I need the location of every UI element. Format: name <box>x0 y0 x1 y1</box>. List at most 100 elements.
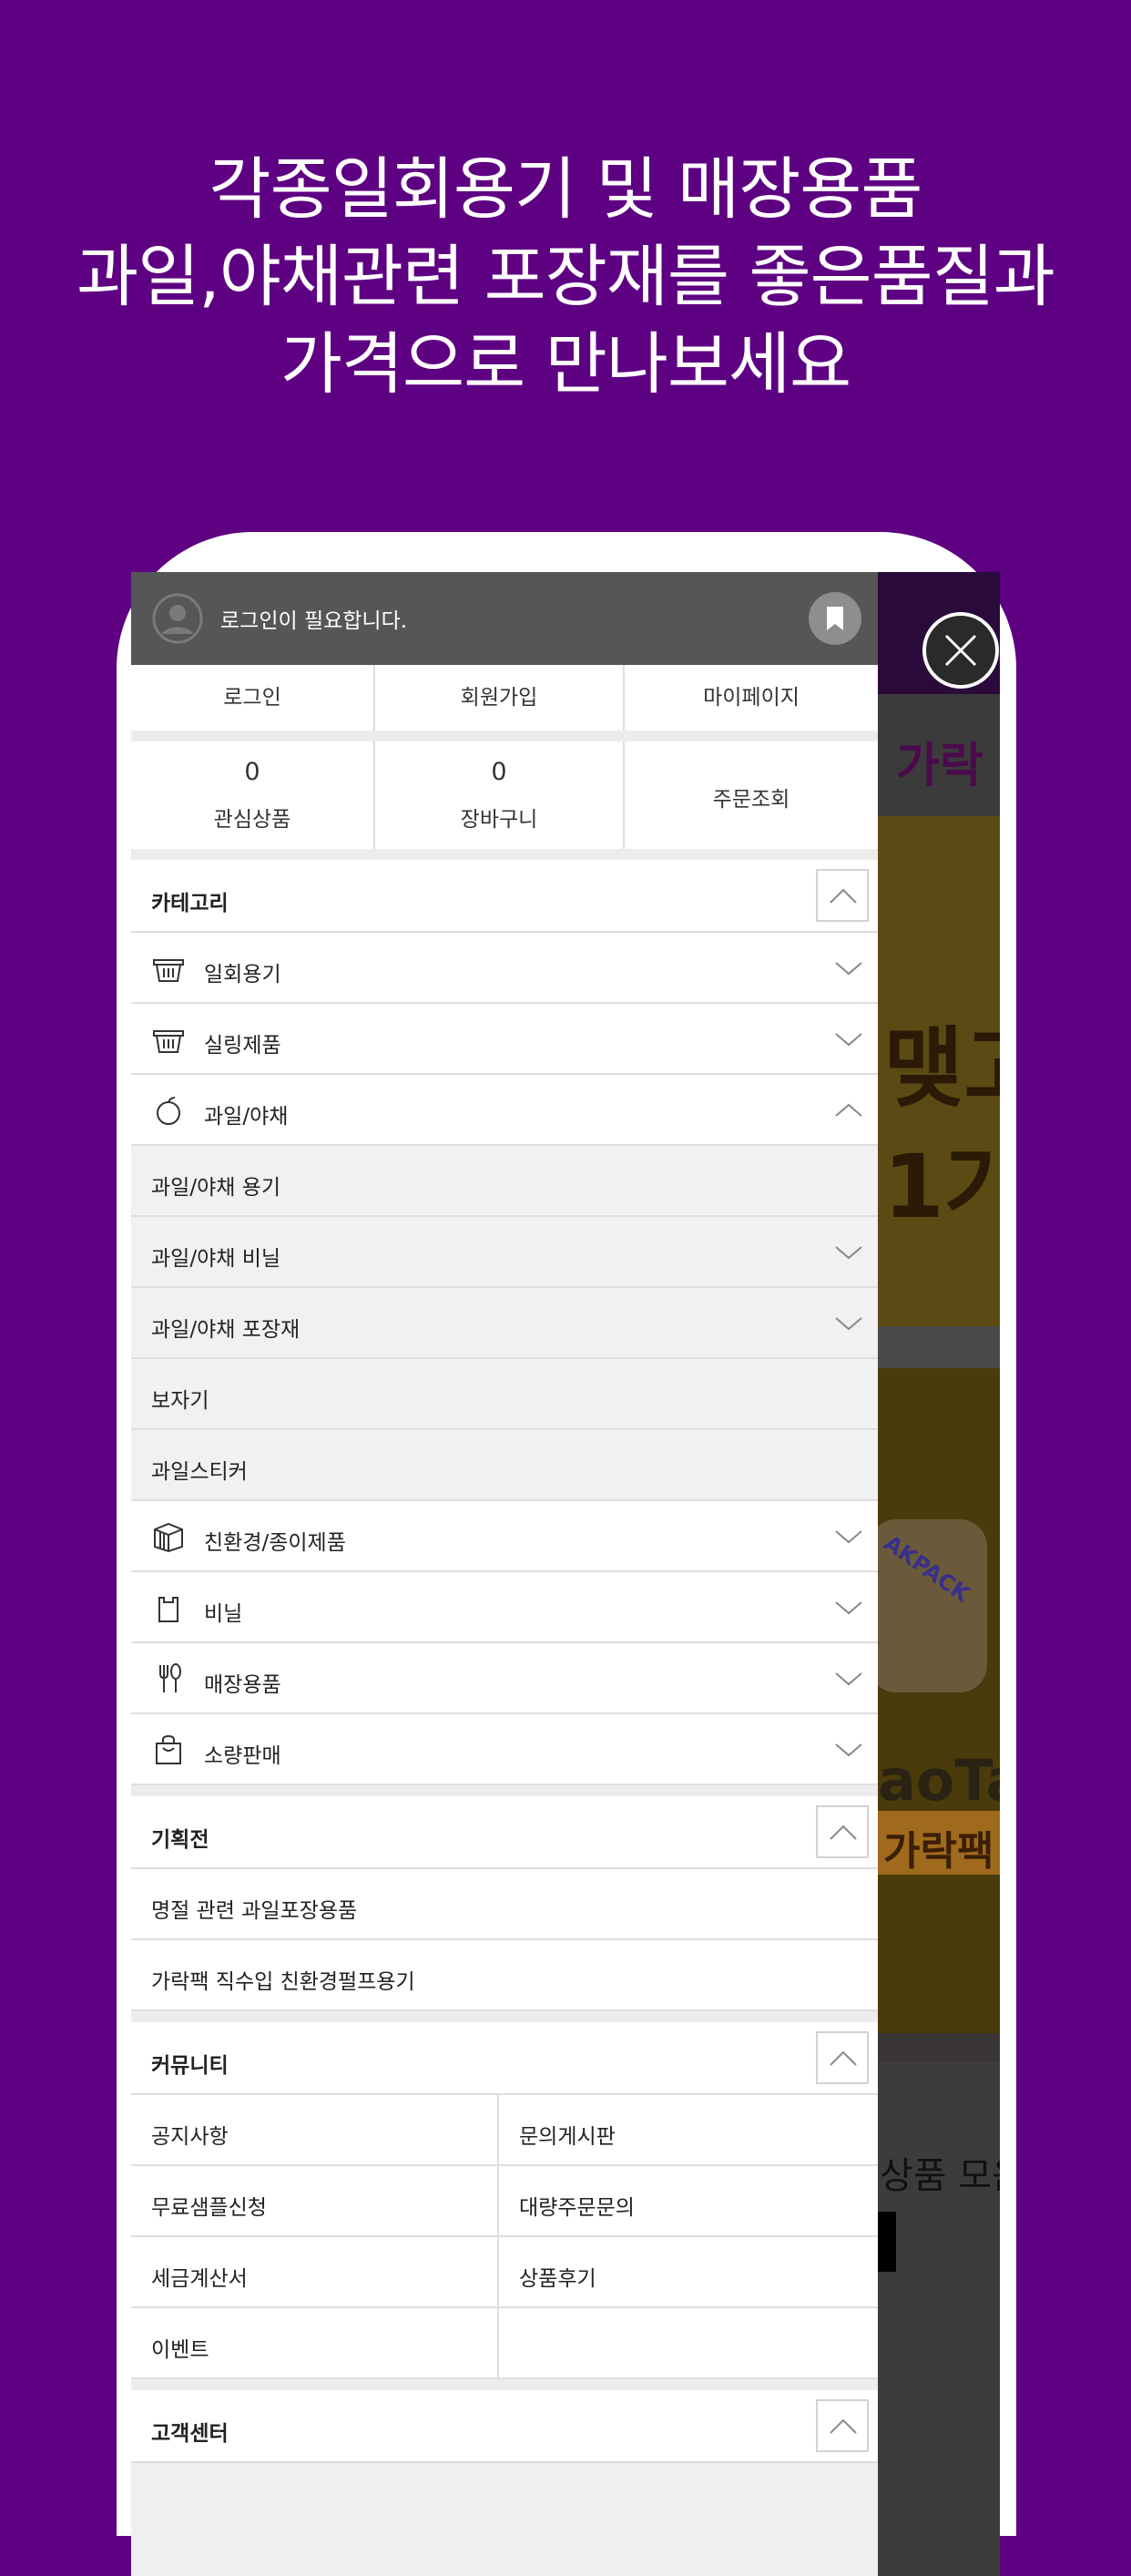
chevron-up-icon <box>830 1825 857 1840</box>
category-item-label: 실링제품 <box>204 1034 281 1058</box>
special-item-holiday-fruit[interactable]: 명절 관련 과일포장용품 <box>131 1869 878 1940</box>
category-item-label: 친환경/종이제품 <box>204 1531 346 1555</box>
box-icon <box>154 1522 183 1553</box>
category-item-label: 비닐 <box>204 1602 243 1626</box>
category-item-sealing[interactable]: 실링제품 <box>131 1004 878 1075</box>
section-gap <box>131 731 878 741</box>
category-item-vinyl[interactable]: 비닐 <box>131 1572 878 1643</box>
subcategory-label: 보자기 <box>151 1389 209 1413</box>
signup-link[interactable]: 회원가입 <box>375 665 625 731</box>
community-title: 커뮤니티 <box>151 2054 229 2078</box>
community-notice[interactable]: 공지사항 <box>131 2095 499 2166</box>
community-grid: 공지사항 문의게시판 무료샘플신청 대량주문문의 세금계산서 상품후기 이벤트 <box>131 2095 878 2379</box>
special-collapse-button[interactable] <box>816 1805 869 1858</box>
fruit-icon <box>157 1097 180 1125</box>
category-item-store-supplies[interactable]: 매장용품 <box>131 1643 878 1714</box>
close-icon <box>944 634 977 667</box>
section-gap <box>131 2011 878 2022</box>
wishlist-label: 관심상품 <box>213 808 291 832</box>
drawer-header: 로그인이 필요합니다. <box>131 572 878 665</box>
subcategory-fruit-packaging[interactable]: 과일/야채 포장재 <box>131 1288 878 1359</box>
community-inquiry-board[interactable]: 문의게시판 <box>499 2095 878 2166</box>
cart-stat[interactable]: 0 장바구니 <box>375 741 625 849</box>
bg-bottom <box>878 2062 1000 2576</box>
support-collapse-button[interactable] <box>816 2399 869 2452</box>
community-collapse-button[interactable] <box>816 2031 869 2084</box>
close-drawer-button[interactable] <box>922 612 999 689</box>
phone-screen: 가락 맺고 1가 AKPACK aoTal 가락팩 상품 모음 <box>131 572 1000 2576</box>
chevron-down-icon <box>835 1530 862 1544</box>
chevron-down-icon <box>835 1601 862 1615</box>
subcategory-fruit-vinyl[interactable]: 과일/야채 비닐 <box>131 1217 878 1288</box>
chevron-up-icon <box>835 1103 862 1117</box>
community-link-label: 이벤트 <box>151 2338 209 2362</box>
wishlist-stat[interactable]: 0 관심상품 <box>131 741 375 849</box>
bg-badge-text: AKPACK <box>879 1529 974 1608</box>
bag-icon <box>158 1597 178 1622</box>
community-product-review[interactable]: 상품후기 <box>499 2237 878 2308</box>
subcategory-fruit-container[interactable]: 과일/야채 용기 <box>131 1146 878 1217</box>
mypage-link[interactable]: 마이페이지 <box>625 665 878 731</box>
order-lookup-label: 주문조회 <box>712 788 790 812</box>
community-event[interactable]: 이벤트 <box>131 2308 499 2379</box>
side-drawer: 로그인이 필요합니다. 로그인 회원가입 마이페이지 0 관심상품 0 장바구니… <box>131 572 878 2576</box>
chevron-up-icon <box>830 2418 857 2434</box>
category-item-label: 매장용품 <box>204 1673 281 1697</box>
community-link-label: 세금계산서 <box>151 2267 248 2291</box>
utensils-icon <box>159 1663 181 1692</box>
section-gap <box>131 1785 878 1796</box>
phone-frame: 가락 맺고 1가 AKPACK aoTal 가락팩 상품 모음 <box>117 532 1016 2576</box>
bg-talk-text: aoTal <box>878 1747 1000 1814</box>
promo-headline: 각종일회용기 및 매장용품 과일,야채관련 포장재를 좋은품질과 가격으로 만나… <box>0 146 1131 408</box>
community-link-label: 대량주문문의 <box>519 2196 635 2220</box>
subcategory-label: 과일스티커 <box>151 1460 248 1484</box>
community-free-sample[interactable]: 무료샘플신청 <box>131 2166 499 2237</box>
chevron-up-icon <box>830 888 857 904</box>
community-link-label: 무료샘플신청 <box>151 2196 267 2220</box>
shopping-bag-icon <box>156 1734 181 1764</box>
category-item-fruit-vegetable[interactable]: 과일/야채 <box>131 1075 878 1146</box>
bg-banner-text: 맺고 1가 <box>883 1009 1000 1246</box>
bg-strip <box>878 1326 1000 1368</box>
cart-count: 0 <box>491 758 507 786</box>
headline-line-1: 각종일회용기 및 매장용품 <box>209 150 923 229</box>
chevron-down-icon <box>835 962 862 976</box>
basket-icon <box>153 959 184 982</box>
category-item-label: 과일/야채 <box>204 1105 289 1129</box>
bg-bottom-text: 상품 모음 <box>880 2155 1000 2197</box>
category-item-disposable[interactable]: 일회용기 <box>131 933 878 1004</box>
login-link[interactable]: 로그인 <box>131 665 375 731</box>
community-link-label: 문의게시판 <box>519 2125 616 2149</box>
bg-banner-line-2: 1가 <box>883 1136 1000 1238</box>
bg-logo-text: 가락 <box>896 739 983 793</box>
subcategory-label: 과일/야채 비닐 <box>151 1247 281 1271</box>
chevron-down-icon <box>835 1672 862 1686</box>
category-item-small-quantity[interactable]: 소량판매 <box>131 1714 878 1785</box>
wishlist-count: 0 <box>244 758 260 786</box>
community-link-label: 상품후기 <box>519 2267 596 2291</box>
special-item-eco-pulp[interactable]: 가락팩 직수입 친환경펄프용기 <box>131 1940 878 2011</box>
bg-badge: AKPACK <box>869 1519 987 1692</box>
category-title: 카테고리 <box>151 892 229 915</box>
headline-line-2: 과일,야채관련 포장재를 좋은품질과 <box>76 238 1055 316</box>
order-lookup[interactable]: 주문조회 <box>625 741 878 849</box>
chevron-down-icon <box>835 1317 862 1331</box>
chevron-down-icon <box>835 1033 862 1047</box>
subcategory-wrapping-cloth[interactable]: 보자기 <box>131 1359 878 1430</box>
headline-line-3: 가격으로 만나보세요 <box>280 325 851 404</box>
community-bulk-order[interactable]: 대량주문문의 <box>499 2166 878 2237</box>
category-item-eco-paper[interactable]: 친환경/종이제품 <box>131 1501 878 1572</box>
category-item-label: 소량판매 <box>204 1744 281 1768</box>
support-section-header: 고객센터 <box>131 2390 878 2463</box>
community-tax-invoice[interactable]: 세금계산서 <box>131 2237 499 2308</box>
login-required-message: 로그인이 필요합니다. <box>220 609 408 633</box>
bookmark-icon <box>827 607 843 630</box>
subcategory-label: 과일/야채 포장재 <box>151 1318 301 1342</box>
bg-ribbon-text: 가락팩 <box>883 1828 994 1875</box>
category-collapse-button[interactable] <box>816 869 869 922</box>
community-link-label: 공지사항 <box>151 2125 229 2149</box>
subcategory-fruit-sticker[interactable]: 과일스티커 <box>131 1430 878 1501</box>
bookmark-button[interactable] <box>809 592 861 645</box>
chevron-down-icon <box>835 1246 862 1260</box>
special-title: 기획전 <box>151 1828 209 1852</box>
